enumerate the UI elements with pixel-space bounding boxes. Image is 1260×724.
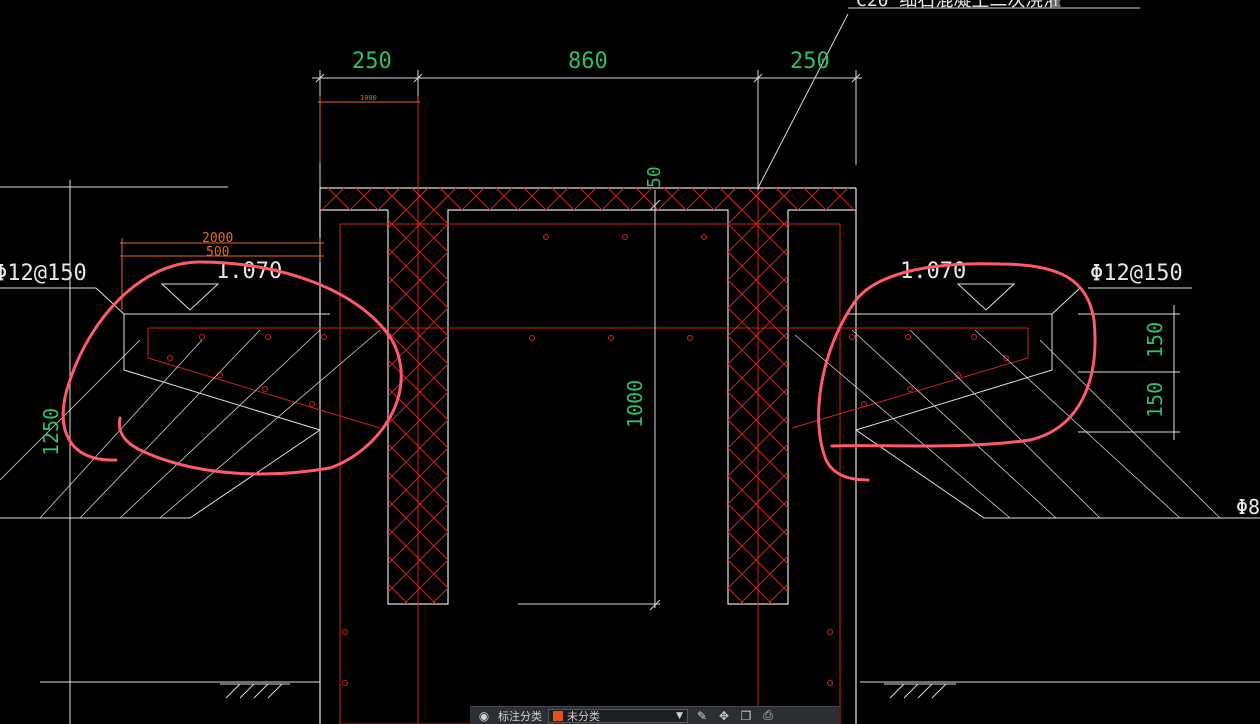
top-dimension-line: [312, 70, 862, 190]
right-ledge: [846, 283, 1260, 683]
cad-drawing-canvas[interactable]: C20 细石混凝土二次浇灌 250 860 250 1000 50 1000 1…: [0, 0, 1260, 724]
category-label: 标注分类: [498, 709, 542, 723]
chevron-down-icon: ▼: [676, 710, 683, 721]
ground-symbol-right: [884, 683, 956, 699]
print-icon[interactable]: ⎙: [760, 708, 776, 724]
dim-orange-500: 500: [206, 245, 229, 260]
dim-top-left: 250: [352, 49, 392, 74]
right-rebar-label: Φ12@150: [1090, 261, 1183, 286]
dim-orange-2000: 2000: [202, 231, 233, 246]
category-value: 未分类: [567, 709, 600, 723]
dim-right-150-a: 150: [1143, 322, 1167, 358]
dim-vertical-50: 50: [644, 166, 665, 188]
rebar-dots: [167, 234, 1009, 686]
layers-icon[interactable]: ◉: [476, 708, 492, 724]
pencil-icon[interactable]: ✎: [694, 708, 710, 724]
top-note-text: C20 细石混凝土二次浇灌: [856, 0, 1061, 11]
dim-small-orange: 1000: [360, 94, 377, 102]
far-right-label: Φ8: [1236, 495, 1260, 519]
dim-top-right: 250: [790, 49, 830, 74]
dim-right-150-b: 150: [1143, 382, 1167, 418]
category-color-swatch: [553, 710, 563, 721]
top-slab-hatch: [320, 188, 856, 210]
dim-vertical-1000: 1000: [623, 380, 647, 428]
right-highlight-markup[interactable]: [817, 262, 1097, 482]
copy-icon[interactable]: ❐: [738, 708, 754, 724]
left-highlight-markup[interactable]: [61, 260, 403, 476]
top-note-leader: C20 细石混凝土二次浇灌: [757, 0, 1140, 189]
orange-small-dim: [318, 96, 420, 190]
left-rebar-label: Φ12@150: [0, 261, 87, 286]
ground-symbol-left: [220, 683, 290, 699]
annotation-toolbar: ◉ 标注分类 未分类 ▼ ✎ ✥ ❐ ⎙: [470, 706, 840, 724]
category-select[interactable]: 未分类 ▼: [548, 708, 688, 723]
move-icon[interactable]: ✥: [716, 708, 732, 724]
dim-top-mid: 860: [568, 49, 608, 74]
dim-vertical-1250: 1250: [39, 408, 63, 456]
